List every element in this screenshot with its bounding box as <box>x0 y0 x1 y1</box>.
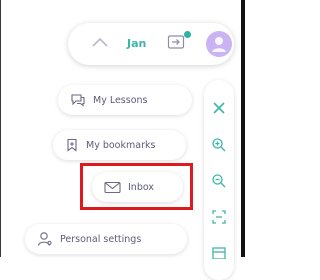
highlight-box <box>80 163 193 210</box>
my-bookmarks-label: My bookmarks <box>86 139 156 151</box>
left-border <box>0 0 1 257</box>
personal-settings-label: Personal settings <box>60 233 142 245</box>
person-icon <box>37 232 52 246</box>
avatar[interactable] <box>206 31 232 57</box>
avatar-icon <box>212 37 226 52</box>
right-border <box>241 0 245 257</box>
my-lessons-button[interactable]: My Lessons <box>58 85 192 115</box>
zoom-in-icon[interactable] <box>210 136 228 158</box>
my-bookmarks-button[interactable]: My bookmarks <box>53 130 186 160</box>
personal-settings-button[interactable]: Personal settings <box>25 224 187 254</box>
panel-icon[interactable] <box>210 244 228 263</box>
close-icon[interactable] <box>210 99 228 121</box>
fit-screen-icon[interactable] <box>210 208 228 230</box>
my-lessons-label: My Lessons <box>93 94 148 106</box>
zoom-out-icon[interactable] <box>210 172 228 194</box>
user-name: Jan <box>127 37 147 50</box>
bookmark-icon <box>67 138 77 152</box>
chevron-up-icon[interactable] <box>91 34 109 53</box>
chat-bubble-icon <box>71 94 85 107</box>
notification-dot <box>184 31 191 38</box>
